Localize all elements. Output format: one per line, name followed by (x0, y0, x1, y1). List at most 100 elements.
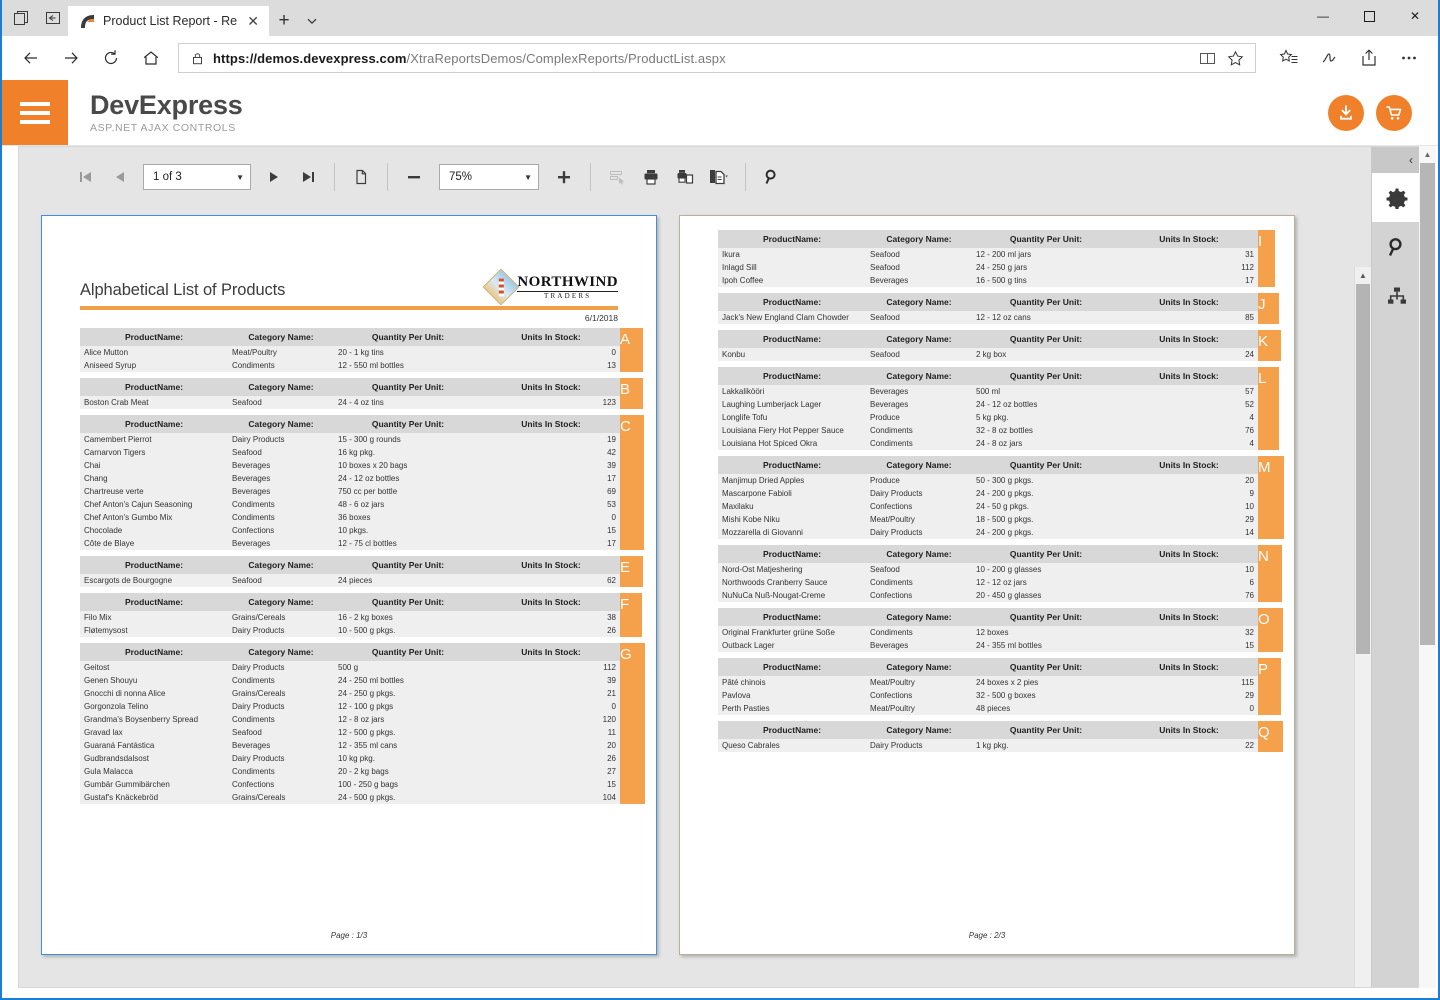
next-page-button[interactable] (257, 157, 291, 197)
report-group: ProductName:Category Name:Quantity Per U… (718, 367, 1256, 450)
reading-view-icon[interactable] (1193, 45, 1221, 71)
table-cell: 24 - 250 ml bottles (334, 674, 482, 687)
browser-tab[interactable]: Product List Report - Re ✕ (68, 6, 269, 36)
table-cell: 15 (1120, 639, 1258, 652)
table-cell: 57 (1120, 385, 1258, 398)
last-page-button[interactable] (291, 157, 325, 197)
dock-parameters-button[interactable] (1372, 173, 1421, 222)
export-to-button[interactable] (702, 157, 736, 197)
favorites-hub-icon[interactable] (1270, 41, 1308, 75)
table-cell: 120 (482, 713, 620, 726)
web-notes-icon[interactable] (1310, 41, 1348, 75)
dock-document-map-button[interactable] (1372, 271, 1421, 320)
table-cell: 115 (1120, 676, 1258, 689)
home-icon[interactable] (132, 41, 170, 75)
print-page-button[interactable] (668, 157, 702, 197)
multipage-mode-button[interactable] (344, 157, 378, 197)
page-selector[interactable]: 1 of 3 ▼ (143, 164, 251, 190)
zoom-selector[interactable]: 75% ▼ (439, 164, 539, 190)
column-header: Quantity Per Unit: (972, 230, 1120, 248)
zoom-out-button[interactable] (397, 157, 431, 197)
dock-search-button[interactable] (1372, 222, 1421, 271)
refresh-icon[interactable] (92, 41, 130, 75)
table-cell: 4 (1120, 411, 1258, 424)
highlight-editing-fields-button[interactable] (600, 157, 634, 197)
table-cell: 26 (482, 624, 620, 637)
new-tab-button[interactable]: + (269, 6, 299, 36)
tab-preview-icon[interactable] (12, 9, 30, 27)
page-title: Alphabetical List of Products (80, 281, 285, 300)
download-icon[interactable] (1328, 95, 1364, 131)
close-button[interactable]: ✕ (1392, 0, 1438, 32)
more-options-icon[interactable] (1390, 41, 1428, 75)
column-header: Category Name: (866, 545, 972, 563)
table-cell: 24 - 12 oz bottles (334, 472, 482, 485)
table-cell: Beverages (866, 274, 972, 287)
outer-scrollbar-thumb[interactable] (1420, 163, 1435, 645)
site-header: DevExpress ASP.NET AJAX CONTROLS (2, 80, 1438, 146)
print-button[interactable] (634, 157, 668, 197)
previous-page-button[interactable] (103, 157, 137, 197)
report-group: ProductName:Category Name:Quantity Per U… (718, 608, 1256, 652)
viewer-dock-panel: ‹ (1371, 147, 1421, 987)
table-row: Outback LagerBeverages24 - 355 ml bottle… (718, 639, 1258, 652)
column-header: ProductName: (718, 608, 866, 626)
table-row: Louisiana Fiery Hot Pepper SauceCondimen… (718, 424, 1258, 437)
maximize-button[interactable] (1346, 0, 1392, 32)
scroll-up-arrow-icon[interactable]: ▲ (1355, 267, 1371, 284)
table-cell: 12 boxes (972, 626, 1120, 639)
group-table: ProductName:Category Name:Quantity Per U… (718, 293, 1258, 324)
outer-scroll-up-arrow-icon[interactable]: ▲ (1419, 146, 1436, 163)
page-area-scrollbar[interactable]: ▲ (1354, 267, 1371, 987)
column-header: Category Name: (866, 658, 972, 676)
table-cell: 26 (482, 752, 620, 765)
group-table: ProductName:Category Name:Quantity Per U… (80, 378, 620, 409)
column-header: Category Name: (228, 556, 334, 574)
table-cell: Gustaf's Knäckebröd (80, 791, 228, 804)
back-icon[interactable] (12, 41, 50, 75)
zoom-in-button[interactable] (547, 157, 581, 197)
table-cell: 50 - 300 g pkgs. (972, 474, 1120, 487)
favicon-icon (80, 14, 95, 29)
group-table: ProductName:Category Name:Quantity Per U… (80, 415, 620, 550)
favorite-star-icon[interactable] (1221, 45, 1249, 71)
column-header: ProductName: (718, 367, 866, 385)
first-page-button[interactable] (69, 157, 103, 197)
menu-burger-button[interactable] (2, 80, 68, 145)
table-header-row: ProductName:Category Name:Quantity Per U… (80, 378, 620, 396)
column-header: Units In Stock: (1120, 456, 1258, 474)
column-header: ProductName: (718, 293, 866, 311)
tab-close-icon[interactable]: ✕ (245, 13, 261, 29)
column-header: ProductName: (718, 658, 866, 676)
minimize-button[interactable]: — (1300, 0, 1346, 32)
forward-icon[interactable] (52, 41, 90, 75)
table-cell: 10 pkgs. (334, 524, 482, 537)
chevron-down-icon[interactable]: ▼ (236, 173, 244, 182)
search-button[interactable] (755, 157, 789, 197)
scrollbar-thumb[interactable] (1356, 284, 1370, 654)
cart-icon[interactable] (1376, 95, 1412, 131)
window-controls: — ✕ (1300, 0, 1438, 32)
dock-collapse-button[interactable]: ‹ (1372, 147, 1421, 173)
table-header-row: ProductName:Category Name:Quantity Per U… (718, 545, 1258, 563)
table-cell: Original Frankfurter grüne Soße (718, 626, 866, 639)
table-cell: 24 - 200 g pkgs. (972, 487, 1120, 500)
chevron-down-icon[interactable]: ▼ (524, 173, 532, 182)
column-header: Category Name: (866, 608, 972, 626)
table-cell: Condiments (228, 359, 334, 372)
address-bar[interactable]: https://demos.devexpress.com/XtraReports… (178, 43, 1256, 73)
group-table: ProductName:Category Name:Quantity Per U… (718, 545, 1258, 602)
table-cell: Dairy Products (228, 700, 334, 713)
column-header: Units In Stock: (1120, 367, 1258, 385)
page-outer-scrollbar[interactable]: ▲ (1419, 146, 1436, 988)
group-table: ProductName:Category Name:Quantity Per U… (718, 367, 1258, 450)
report-page-1[interactable]: Alphabetical List of Products NORTHWIND … (41, 215, 657, 955)
column-header: Quantity Per Unit: (334, 328, 482, 346)
table-row: MaxilakuConfections24 - 50 g pkgs.10 (718, 500, 1258, 513)
set-aside-tabs-icon[interactable] (44, 9, 62, 27)
table-cell: Pâté chinois (718, 676, 866, 689)
tab-list-chevron-icon[interactable] (299, 6, 325, 36)
share-icon[interactable] (1350, 41, 1388, 75)
report-page-2[interactable]: ProductName:Category Name:Quantity Per U… (679, 215, 1295, 955)
table-row: Mozzarella di GiovanniDairy Products24 -… (718, 526, 1258, 539)
